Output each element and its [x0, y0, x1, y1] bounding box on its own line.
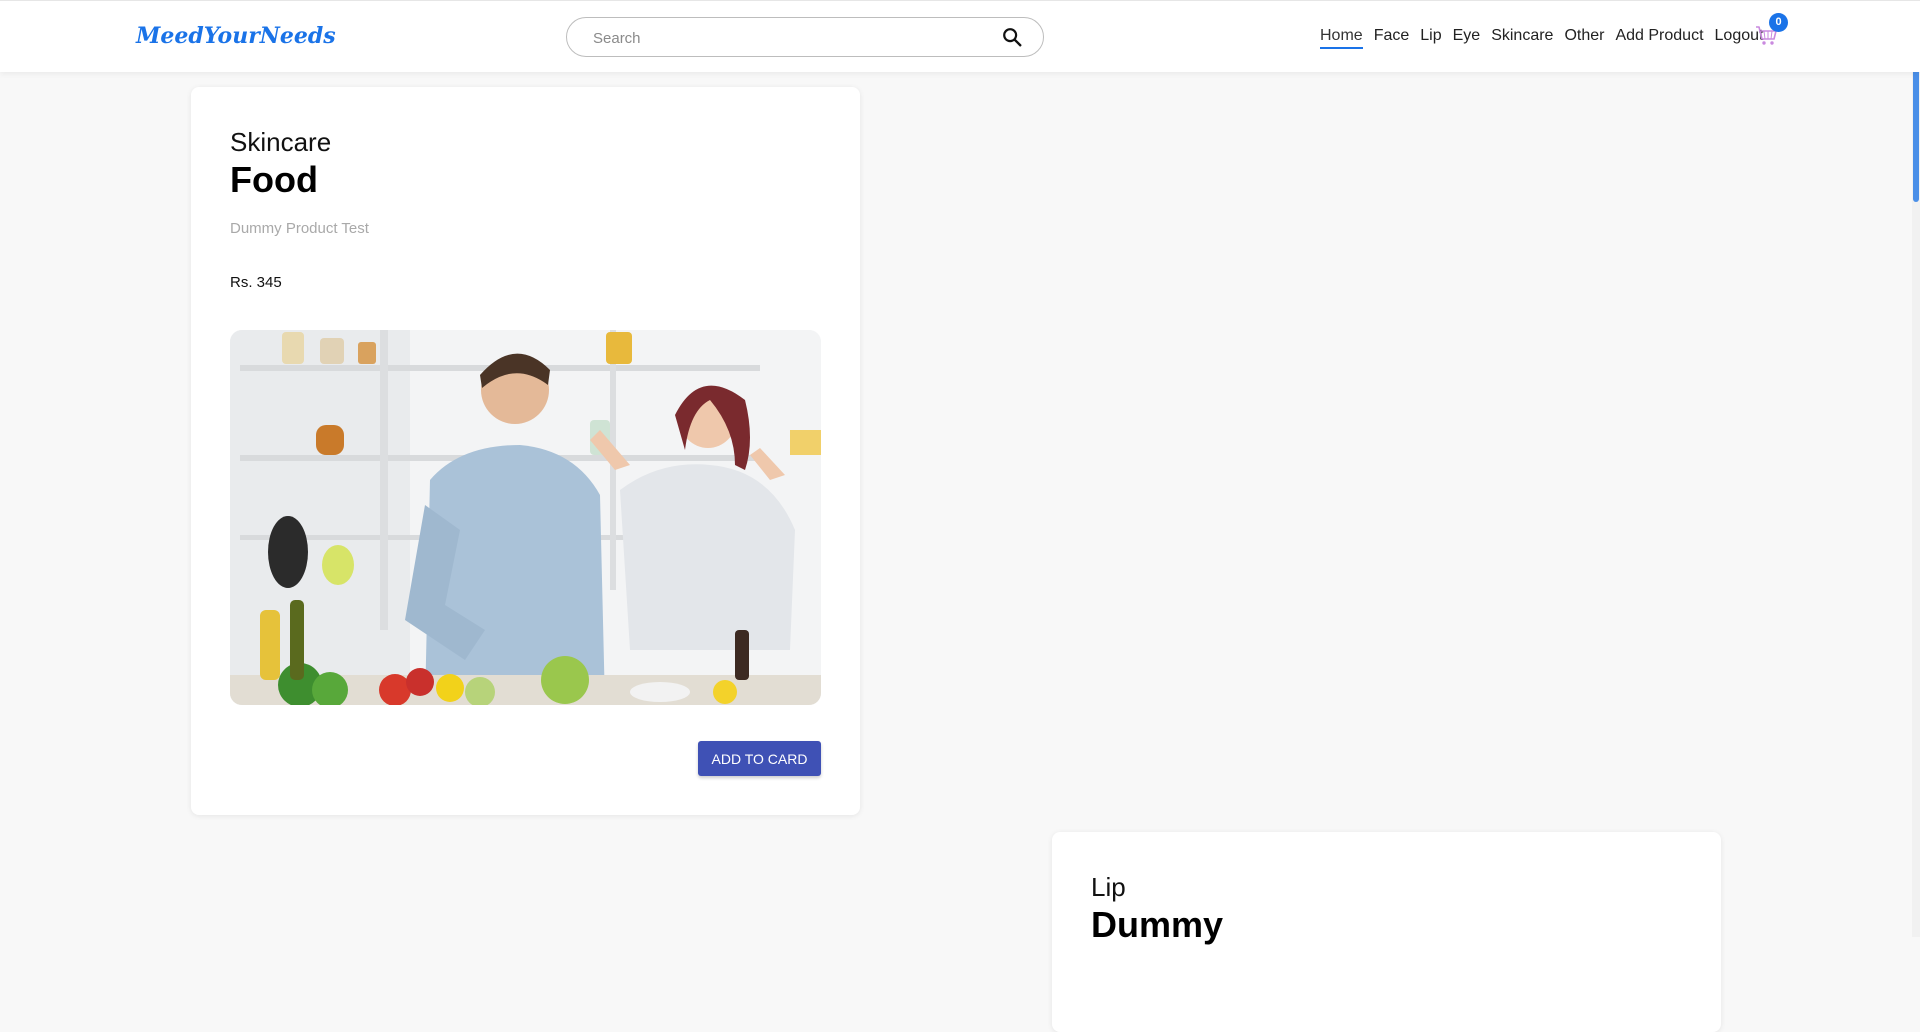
nav-eye[interactable]: Eye: [1453, 25, 1481, 49]
top-navbar: MeedYourNeeds Home Face Lip Eye Skincare…: [0, 0, 1920, 72]
product-title: Food: [230, 159, 318, 200]
main-nav: Home Face Lip Eye Skincare Other Add Pro…: [1320, 25, 1763, 49]
product-category: Skincare: [230, 127, 332, 157]
site-logo[interactable]: MeedYourNeeds: [136, 23, 336, 49]
search-icon[interactable]: [1001, 26, 1023, 48]
nav-lip[interactable]: Lip: [1420, 25, 1441, 49]
nav-other[interactable]: Other: [1564, 25, 1604, 49]
search-box: [566, 17, 1044, 57]
product-card: Lip Dummy: [1052, 832, 1721, 1032]
product-card: Skincare Food Dummy Product Test Rs. 345: [191, 87, 860, 815]
product-title: Dummy: [1091, 904, 1224, 945]
product-image: [230, 330, 821, 705]
nav-home[interactable]: Home: [1320, 25, 1363, 49]
add-to-cart-button[interactable]: ADD TO CARD: [698, 741, 821, 776]
nav-face[interactable]: Face: [1374, 25, 1410, 49]
cart-count-badge: 0: [1769, 13, 1788, 32]
product-description: Dummy Product Test: [230, 220, 369, 237]
nav-add-product[interactable]: Add Product: [1615, 25, 1703, 49]
search-input[interactable]: [591, 27, 975, 49]
product-category: Lip: [1091, 872, 1126, 902]
product-price: Rs. 345: [230, 274, 282, 291]
kitchen-photo: [230, 330, 821, 705]
nav-skincare[interactable]: Skincare: [1491, 25, 1553, 49]
